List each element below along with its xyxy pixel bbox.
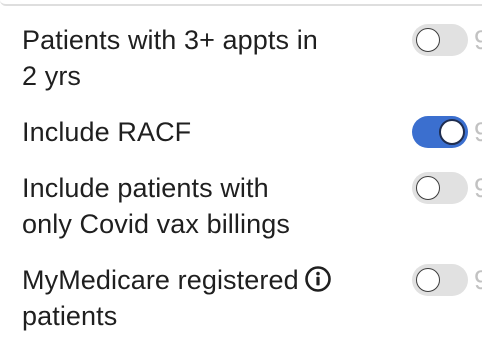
setting-label-line: 2 yrs: [22, 61, 82, 91]
setting-label-mymedicare: MyMedicare registered patients: [22, 262, 331, 334]
setting-label-line: patients: [22, 301, 118, 331]
setting-label-covid-vax-only: Include patients with only Covid vax bil…: [22, 170, 290, 242]
toggle-knob: [416, 28, 440, 52]
setting-label-3plus-appts: Patients with 3+ appts in 2 yrs: [22, 22, 318, 94]
toggle-3plus-appts[interactable]: [412, 24, 468, 56]
panel-top-border: [0, 0, 482, 6]
setting-label-include-racf: Include RACF: [22, 114, 191, 150]
toggle-mymedicare[interactable]: [412, 264, 468, 296]
truncated-count-text: 9: [474, 265, 482, 295]
truncated-count-text: 9: [474, 117, 482, 147]
toggle-covid-vax-only[interactable]: [412, 172, 468, 204]
setting-label-line: Include RACF: [22, 117, 192, 147]
toggle-knob: [416, 176, 440, 200]
setting-label-line: Patients with 3+ appts in: [22, 25, 318, 55]
setting-label-line: only Covid vax billings: [22, 209, 290, 239]
setting-label-line: Include patients with: [22, 173, 269, 203]
toggle-include-racf[interactable]: [412, 116, 468, 148]
toggle-knob: [439, 119, 465, 145]
truncated-count-text: 9: [474, 25, 482, 55]
toggle-knob: [416, 268, 440, 292]
info-circle-icon[interactable]: [304, 265, 331, 292]
setting-label-line: MyMedicare registered: [22, 265, 299, 295]
truncated-count-text: 9: [474, 173, 482, 203]
